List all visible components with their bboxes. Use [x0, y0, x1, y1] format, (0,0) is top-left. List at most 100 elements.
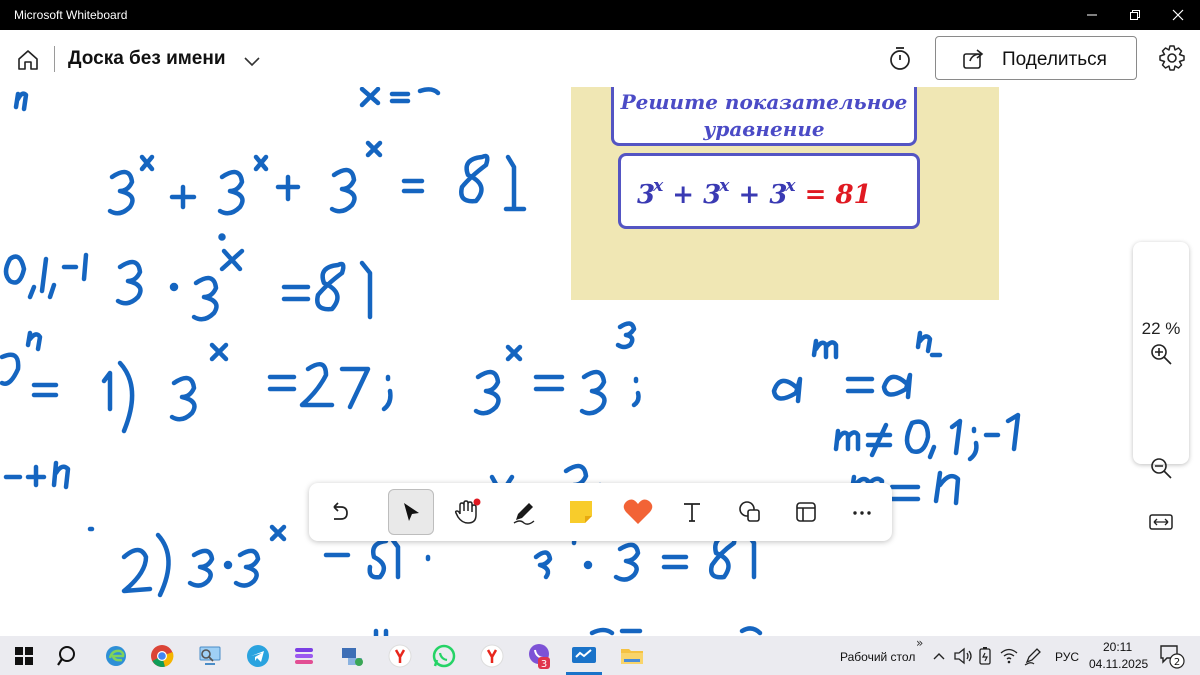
slide-equation-box: 3x + 3x + 3x = 81 [618, 153, 920, 229]
share-label: Поделиться [1002, 49, 1107, 70]
templates-tool[interactable] [783, 489, 829, 535]
notifications-button[interactable]: 2 [1158, 642, 1186, 670]
whiteboard-icon [572, 647, 596, 663]
timer-icon [890, 47, 910, 70]
yandex-browser-icon [480, 644, 504, 668]
chevron-up-icon [933, 653, 945, 660]
hand-icon [454, 498, 481, 524]
taskbar-app-stack[interactable] [290, 642, 318, 670]
taskbar-telegram[interactable] [244, 642, 272, 670]
show-desktop-label[interactable]: Рабочий стол [840, 650, 915, 664]
folder-icon [621, 649, 643, 664]
zoom-level: 22 % [1141, 319, 1181, 338]
home-icon [18, 50, 38, 70]
fit-width-icon [1149, 514, 1173, 530]
network-computer-icon [342, 648, 363, 666]
minimize-button[interactable] [1072, 0, 1112, 30]
more-tools-button[interactable] [839, 489, 885, 535]
clock-time[interactable]: 20:11 [1103, 640, 1132, 654]
pen-icon [513, 503, 535, 525]
zoom-in-button[interactable] [1149, 342, 1173, 366]
drawing-toolbar [309, 483, 892, 541]
text-tool[interactable] [669, 489, 715, 535]
select-tool[interactable] [388, 489, 434, 535]
svg-text:2: 2 [1174, 657, 1180, 668]
restore-button[interactable] [1115, 0, 1155, 30]
wifi-icon [1000, 648, 1018, 664]
clock-date[interactable]: 04.11.2025 [1089, 657, 1148, 671]
zoom-out-icon [1151, 458, 1172, 479]
yandex-icon [388, 644, 412, 668]
wifi-button[interactable] [998, 642, 1020, 670]
edge-icon [106, 646, 126, 666]
undo-icon [333, 502, 348, 520]
zoom-out-button[interactable] [1149, 456, 1173, 480]
taskbar-yandex-2[interactable] [478, 642, 506, 670]
notification-icon: 2 [1160, 645, 1185, 669]
taskbar-whiteboard[interactable] [570, 642, 598, 670]
taskbar-whatsapp[interactable] [430, 642, 458, 670]
pan-tool[interactable] [444, 489, 490, 535]
language-indicator[interactable]: РУС [1055, 650, 1079, 664]
whiteboard-canvas[interactable]: Решите показательное уравнение 3x + 3x +… [0, 87, 1200, 636]
settings-button[interactable] [1158, 44, 1186, 76]
svg-text:3: 3 [541, 659, 547, 670]
slide-title-box: Решите показательное уравнение [611, 87, 917, 146]
tray-expand-button[interactable] [930, 642, 948, 670]
shapes-tool[interactable] [727, 489, 773, 535]
undo-button[interactable] [315, 489, 361, 535]
chrome-icon [151, 645, 174, 667]
fit-to-screen-button[interactable] [1149, 510, 1173, 534]
slide-title: Решите показательное уравнение [620, 90, 908, 141]
telegram-icon [247, 645, 269, 667]
more-icon [853, 511, 871, 515]
zoom-panel: 22 % [1133, 242, 1189, 530]
volume-button[interactable] [952, 642, 974, 670]
zoom-in-icon [1151, 344, 1172, 365]
header-divider [54, 46, 55, 72]
share-button[interactable]: Поделиться [935, 36, 1137, 80]
viber-icon: 3 [529, 644, 550, 670]
taskbar-edge[interactable] [102, 642, 130, 670]
shapes-icon [739, 501, 760, 522]
taskbar-yandex-1[interactable] [386, 642, 414, 670]
reaction-tool[interactable] [615, 489, 661, 535]
start-button[interactable] [10, 642, 38, 670]
text-icon [684, 503, 700, 522]
pen-menu-button[interactable] [1022, 642, 1044, 670]
battery-button[interactable] [975, 642, 995, 670]
window-titlebar: Microsoft Whiteboard [0, 0, 1200, 30]
whatsapp-icon [432, 644, 456, 668]
board-name[interactable]: Доска без имени [68, 48, 226, 70]
search-icon [57, 646, 75, 666]
taskbar-network-app[interactable] [338, 642, 366, 670]
chevron-down-icon [244, 57, 260, 67]
close-button[interactable] [1158, 0, 1198, 30]
speaker-icon [954, 647, 972, 665]
pen-workspace-icon [1024, 648, 1041, 666]
taskbar-viber[interactable]: 3 [526, 642, 554, 670]
battery-icon [979, 647, 991, 665]
gear-icon [1159, 45, 1185, 71]
taskbar-chrome[interactable] [148, 642, 176, 670]
template-icon [796, 502, 816, 522]
math-slide[interactable]: Решите показательное уравнение 3x + 3x +… [571, 87, 999, 300]
stack-icon [295, 648, 313, 664]
cursor-icon [404, 503, 419, 521]
windows-logo-icon [15, 647, 33, 665]
taskbar-search-button[interactable] [54, 642, 82, 670]
sticky-note-icon [570, 501, 592, 523]
tray-overflow-chevrons[interactable]: » [916, 636, 923, 650]
windows-taskbar: 3 » Рабочий стол РУС 20:11 04.11.2025 2 [0, 636, 1200, 675]
timer-button[interactable] [886, 44, 914, 76]
board-menu-chevron[interactable] [244, 52, 260, 71]
window-title: Microsoft Whiteboard [14, 8, 128, 22]
share-icon [963, 49, 984, 69]
pen-tool[interactable] [501, 489, 547, 535]
taskbar-remote-desktop[interactable] [196, 642, 224, 670]
taskbar-file-explorer[interactable] [618, 642, 646, 670]
computer-icon [199, 646, 221, 665]
app-header: Доска без имени Поделиться [0, 30, 1200, 88]
home-button[interactable] [14, 46, 42, 74]
sticky-note-tool[interactable] [558, 489, 604, 535]
